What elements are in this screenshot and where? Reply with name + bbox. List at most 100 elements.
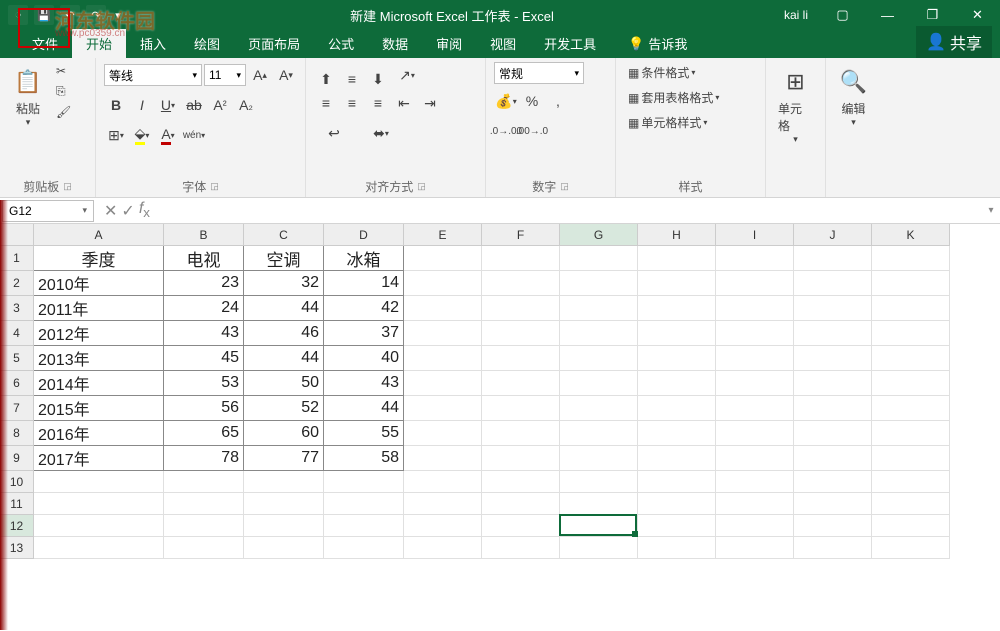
cell-I1[interactable]: [716, 246, 794, 271]
paste-button[interactable]: 📋 粘贴▾: [8, 62, 48, 132]
cell-E1[interactable]: [404, 246, 482, 271]
tab-file[interactable]: 文件: [18, 29, 72, 58]
cell-E11[interactable]: [404, 493, 482, 515]
enter-icon[interactable]: ✓: [121, 201, 134, 221]
cell-E9[interactable]: [404, 446, 482, 471]
column-header-D[interactable]: D: [324, 224, 404, 246]
column-header-G[interactable]: G: [560, 224, 638, 246]
column-header-K[interactable]: K: [872, 224, 950, 246]
cell-G8[interactable]: [560, 421, 638, 446]
cell-J6[interactable]: [794, 371, 872, 396]
cell-C12[interactable]: [244, 515, 324, 537]
cell-J7[interactable]: [794, 396, 872, 421]
cell-I5[interactable]: [716, 346, 794, 371]
formula-input[interactable]: [158, 200, 982, 222]
cell-A11[interactable]: [34, 493, 164, 515]
alignment-launcher-icon[interactable]: ◲: [417, 181, 426, 192]
cell-J5[interactable]: [794, 346, 872, 371]
grow-font-button[interactable]: A▴: [248, 62, 272, 88]
column-header-I[interactable]: I: [716, 224, 794, 246]
italic-button[interactable]: I: [130, 92, 154, 118]
cell-H5[interactable]: [638, 346, 716, 371]
tab-review[interactable]: 审阅: [422, 29, 476, 58]
increase-decimal-button[interactable]: .0→.00: [494, 118, 518, 144]
font-name-select[interactable]: 等线▾: [104, 64, 202, 86]
column-header-J[interactable]: J: [794, 224, 872, 246]
cell-C5[interactable]: 44: [244, 346, 324, 371]
redo-icon[interactable]: ↷: [86, 5, 106, 25]
accounting-format-button[interactable]: 💰▾: [494, 88, 518, 114]
cell-H4[interactable]: [638, 321, 716, 346]
format-painter-button[interactable]: 🖌: [52, 103, 75, 121]
cell-B13[interactable]: [164, 537, 244, 559]
cell-D5[interactable]: 40: [324, 346, 404, 371]
cell-H9[interactable]: [638, 446, 716, 471]
clipboard-launcher-icon[interactable]: ◲: [63, 181, 72, 192]
cell-A13[interactable]: [34, 537, 164, 559]
cancel-icon[interactable]: ✕: [104, 201, 117, 221]
cell-A9[interactable]: 2017年: [34, 446, 164, 471]
cell-B2[interactable]: 23: [164, 271, 244, 296]
align-bottom-button[interactable]: ⬇: [366, 66, 390, 92]
cell-D13[interactable]: [324, 537, 404, 559]
cell-C3[interactable]: 44: [244, 296, 324, 321]
cell-E2[interactable]: [404, 271, 482, 296]
cell-H8[interactable]: [638, 421, 716, 446]
cell-I8[interactable]: [716, 421, 794, 446]
cell-H3[interactable]: [638, 296, 716, 321]
cell-B1[interactable]: 电视: [164, 246, 244, 271]
tell-me[interactable]: 💡告诉我: [614, 29, 701, 58]
bold-button[interactable]: B: [104, 92, 128, 118]
cell-D10[interactable]: [324, 471, 404, 493]
save-icon[interactable]: 💾: [34, 5, 54, 25]
cell-A3[interactable]: 2011年: [34, 296, 164, 321]
cell-K1[interactable]: [872, 246, 950, 271]
cell-K11[interactable]: [872, 493, 950, 515]
cell-F13[interactable]: [482, 537, 560, 559]
shrink-font-button[interactable]: A▾: [274, 62, 298, 88]
phonetic-button[interactable]: wén▾: [182, 122, 206, 148]
cell-K7[interactable]: [872, 396, 950, 421]
cell-B4[interactable]: 43: [164, 321, 244, 346]
cell-A5[interactable]: 2013年: [34, 346, 164, 371]
tab-developer[interactable]: 开发工具: [530, 29, 610, 58]
cell-G7[interactable]: [560, 396, 638, 421]
cell-K2[interactable]: [872, 271, 950, 296]
cell-G10[interactable]: [560, 471, 638, 493]
share-button[interactable]: 👤共享: [916, 26, 992, 58]
cell-H6[interactable]: [638, 371, 716, 396]
name-box-dropdown-icon[interactable]: ▾: [82, 205, 87, 216]
cell-B8[interactable]: 65: [164, 421, 244, 446]
wrap-text-button[interactable]: ↩: [314, 120, 354, 146]
cell-H1[interactable]: [638, 246, 716, 271]
decrease-decimal-button[interactable]: .00→.0: [520, 118, 544, 144]
cell-F4[interactable]: [482, 321, 560, 346]
cell-I6[interactable]: [716, 371, 794, 396]
cell-I10[interactable]: [716, 471, 794, 493]
orientation-button[interactable]: ↗▾: [392, 62, 422, 88]
cell-D2[interactable]: 14: [324, 271, 404, 296]
cell-D3[interactable]: 42: [324, 296, 404, 321]
align-right-button[interactable]: ≡: [366, 90, 390, 116]
cell-E7[interactable]: [404, 396, 482, 421]
cell-D4[interactable]: 37: [324, 321, 404, 346]
tab-draw[interactable]: 绘图: [180, 29, 234, 58]
fx-icon[interactable]: fx: [139, 200, 150, 220]
cell-D7[interactable]: 44: [324, 396, 404, 421]
cell-E8[interactable]: [404, 421, 482, 446]
format-as-table-button[interactable]: ▦套用表格格式▾: [624, 87, 723, 108]
cell-C4[interactable]: 46: [244, 321, 324, 346]
subscript-button[interactable]: A₂: [234, 92, 258, 118]
cell-C10[interactable]: [244, 471, 324, 493]
cell-G12[interactable]: [560, 515, 638, 537]
cell-J4[interactable]: [794, 321, 872, 346]
cell-F6[interactable]: [482, 371, 560, 396]
cell-F11[interactable]: [482, 493, 560, 515]
number-format-select[interactable]: 常规▾: [494, 62, 584, 84]
cell-J11[interactable]: [794, 493, 872, 515]
comma-format-button[interactable]: ,: [546, 88, 570, 114]
cell-F3[interactable]: [482, 296, 560, 321]
cell-E4[interactable]: [404, 321, 482, 346]
cell-A8[interactable]: 2016年: [34, 421, 164, 446]
cell-B11[interactable]: [164, 493, 244, 515]
